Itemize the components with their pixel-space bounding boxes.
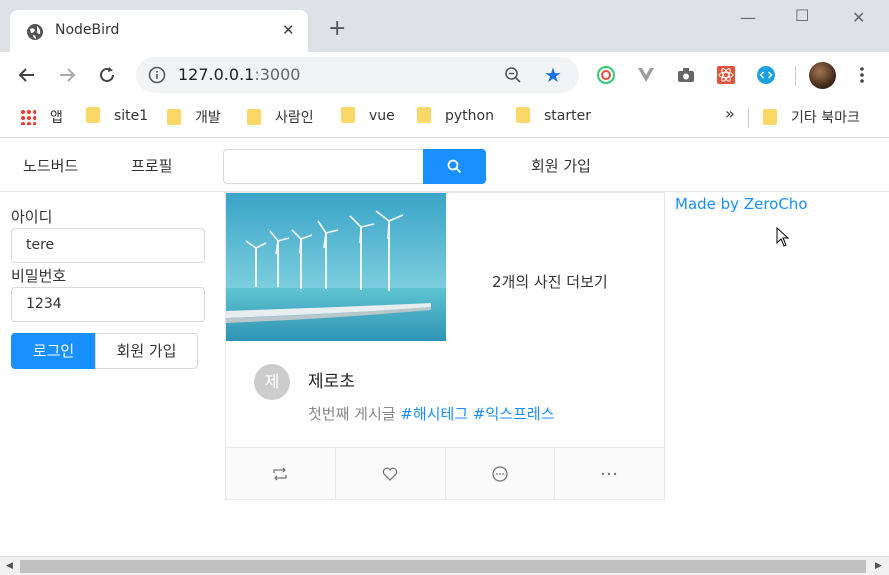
bookmark-other[interactable]: 기타 북마크 bbox=[763, 107, 860, 129]
tab-title: NodeBird bbox=[55, 22, 120, 38]
folder-icon bbox=[763, 109, 777, 125]
bookmark-star-icon[interactable]: ★ bbox=[544, 63, 562, 87]
search-group bbox=[223, 149, 486, 184]
browser-tabbar: NodeBird ✕ + — ☐ ✕ bbox=[0, 0, 889, 52]
post-image[interactable] bbox=[226, 193, 446, 341]
bookmark-label: 개발 bbox=[195, 110, 221, 126]
ellipsis-icon bbox=[601, 472, 617, 476]
post-author: 제로초 bbox=[308, 372, 355, 392]
password-input[interactable]: 1234 bbox=[11, 287, 205, 322]
url-host: 127.0.0.1 bbox=[178, 65, 255, 84]
folder-icon bbox=[167, 109, 181, 125]
hashtag-link[interactable]: #해시테그 bbox=[400, 405, 468, 423]
bookmark-label: 기타 북마크 bbox=[791, 110, 860, 126]
tab-close-icon[interactable]: ✕ bbox=[282, 21, 295, 39]
search-button[interactable] bbox=[423, 149, 486, 184]
post-text: 첫번째 게시글 bbox=[308, 405, 396, 423]
horizontal-scrollbar[interactable]: ◀ ▶ bbox=[0, 556, 889, 575]
profile-avatar[interactable] bbox=[809, 62, 836, 89]
minimize-icon[interactable]: — bbox=[740, 8, 756, 27]
url-port: :3000 bbox=[254, 65, 301, 84]
menu-signup[interactable]: 회원 가입 bbox=[531, 155, 591, 176]
camera-icon[interactable] bbox=[676, 65, 696, 85]
post-card: 2개의 사진 더보기 제 제로초 첫번째 게시글 #해시테그 #익스프레스 bbox=[225, 192, 665, 500]
scroll-right-icon[interactable]: ▶ bbox=[875, 561, 882, 571]
scrollbar-thumb[interactable] bbox=[20, 560, 866, 573]
top-menu: 노드버드 프로필 회원 가입 bbox=[0, 139, 889, 192]
bookmark-label: vue bbox=[369, 108, 395, 124]
post-content: 첫번째 게시글 #해시테그 #익스프레스 bbox=[308, 403, 555, 424]
menu-profile[interactable]: 프로필 bbox=[131, 155, 172, 176]
bookmark-label: 앱 bbox=[50, 110, 63, 126]
comment-button[interactable] bbox=[445, 448, 555, 500]
info-icon[interactable] bbox=[148, 66, 166, 84]
post-actions bbox=[226, 447, 664, 500]
bookmarks-bar: 앱 site1 개발 사람인 vue python starter » 기타 북… bbox=[0, 98, 889, 138]
maximize-icon[interactable]: ☐ bbox=[795, 6, 809, 25]
author-avatar[interactable]: 제 bbox=[254, 364, 290, 400]
zoom-out-icon[interactable] bbox=[504, 66, 522, 84]
url-text: 127.0.0.1:3000 bbox=[178, 65, 300, 84]
bookmark-apps[interactable]: 앱 bbox=[20, 107, 63, 129]
folder-icon bbox=[516, 107, 530, 123]
address-bar[interactable]: 127.0.0.1:3000 ★ bbox=[136, 57, 579, 93]
wind-turbines-image bbox=[226, 193, 446, 341]
bookmark-folder[interactable]: vue bbox=[341, 107, 395, 129]
hashtag-link[interactable]: #익스프레스 bbox=[473, 405, 555, 423]
menu-home[interactable]: 노드버드 bbox=[23, 155, 78, 176]
react-devtools-icon[interactable] bbox=[716, 65, 736, 85]
back-icon[interactable] bbox=[16, 64, 38, 86]
vue-devtools-icon[interactable] bbox=[636, 65, 656, 85]
bookmark-folder[interactable]: python bbox=[417, 107, 494, 129]
toolbar-divider bbox=[795, 66, 796, 86]
folder-icon bbox=[417, 107, 431, 123]
made-by-link[interactable]: Made by ZeroCho bbox=[675, 195, 808, 213]
more-menu-icon[interactable] bbox=[853, 65, 871, 85]
password-label: 비밀번호 bbox=[11, 267, 67, 285]
scroll-left-icon[interactable]: ◀ bbox=[6, 561, 13, 571]
bookmark-folder[interactable]: 개발 bbox=[167, 107, 221, 129]
new-tab-icon[interactable]: + bbox=[328, 18, 346, 40]
search-input[interactable] bbox=[223, 149, 424, 184]
bookmark-label: starter bbox=[544, 108, 591, 124]
folder-icon bbox=[86, 107, 100, 123]
retweet-button[interactable] bbox=[226, 448, 336, 500]
retweet-icon bbox=[273, 467, 287, 481]
more-button[interactable] bbox=[554, 448, 664, 500]
bookmark-folder[interactable]: 사람인 bbox=[247, 107, 314, 129]
bookmarks-overflow-icon[interactable]: » bbox=[725, 104, 735, 126]
window-close-icon[interactable]: ✕ bbox=[852, 8, 865, 27]
like-button[interactable] bbox=[335, 448, 445, 500]
browser-tab[interactable]: NodeBird ✕ bbox=[10, 10, 308, 52]
id-label: 아이디 bbox=[11, 208, 53, 226]
globe-icon bbox=[27, 24, 43, 40]
more-photos-link[interactable]: 2개의 사진 더보기 bbox=[492, 271, 608, 292]
mouse-cursor-icon bbox=[776, 227, 790, 247]
message-icon bbox=[492, 466, 508, 482]
search-icon bbox=[447, 159, 462, 174]
bookmarks-divider bbox=[748, 108, 749, 128]
browser-toolbar: 127.0.0.1:3000 ★ bbox=[0, 52, 889, 98]
id-input[interactable]: tere bbox=[11, 228, 205, 263]
bookmark-label: site1 bbox=[114, 108, 149, 124]
folder-icon bbox=[247, 109, 261, 125]
folder-icon bbox=[341, 107, 355, 123]
bookmark-label: python bbox=[445, 108, 494, 124]
extension-target-icon[interactable] bbox=[596, 65, 616, 85]
bookmark-folder[interactable]: starter bbox=[516, 107, 591, 129]
code-extension-icon[interactable] bbox=[756, 65, 776, 85]
forward-icon[interactable] bbox=[56, 64, 78, 86]
apps-grid-icon bbox=[20, 109, 36, 125]
heart-icon bbox=[382, 467, 398, 481]
reload-icon[interactable] bbox=[96, 64, 118, 86]
login-button[interactable]: 로그인 bbox=[11, 333, 96, 369]
bookmark-label: 사람인 bbox=[275, 110, 314, 126]
signup-button[interactable]: 회원 가입 bbox=[95, 333, 198, 369]
bookmark-folder[interactable]: site1 bbox=[86, 107, 148, 129]
